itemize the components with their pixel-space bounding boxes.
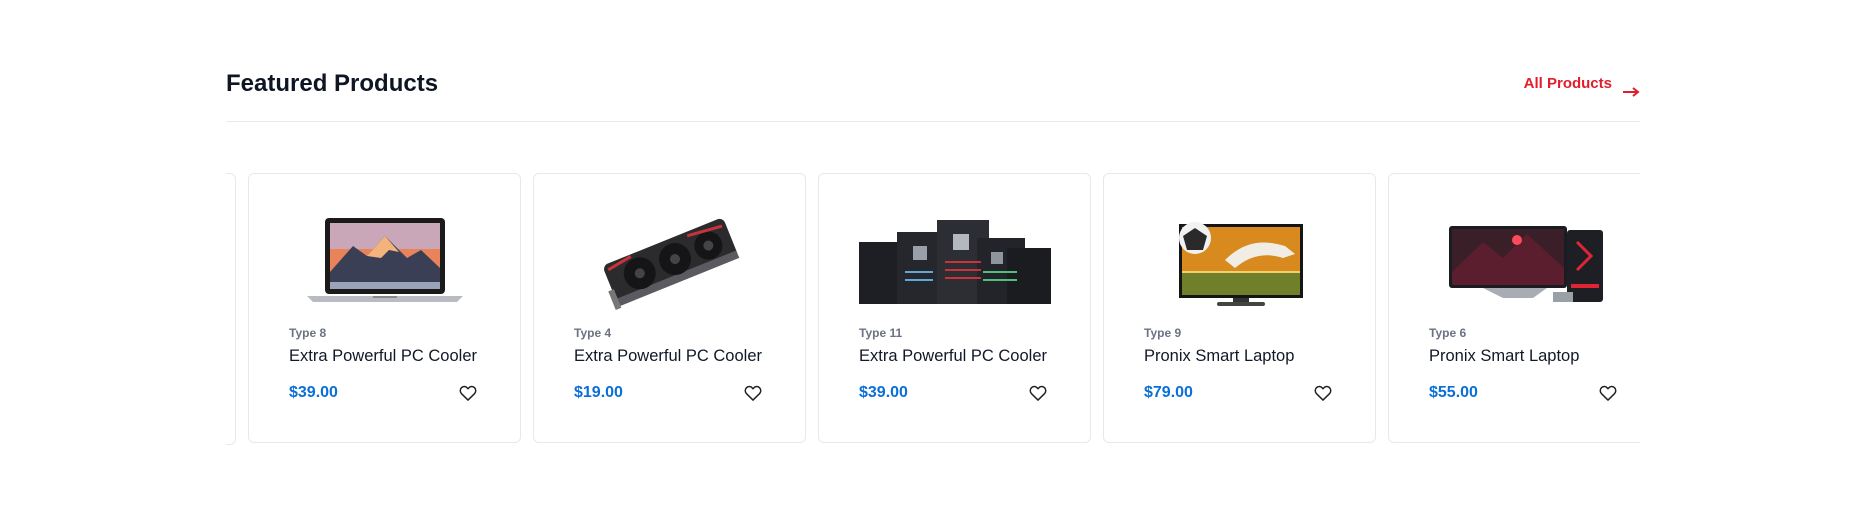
product-name[interactable]: Pronix Smart Laptop [1429,347,1579,366]
product-type: Type 9 [1144,326,1182,340]
product-type: Type 11 [859,326,903,340]
wishlist-heart-icon[interactable] [743,383,763,403]
product-name[interactable]: Extra Powerful PC Cooler [289,347,477,366]
product-card[interactable]: Type 4 Extra Powerful PC Cooler $19.00 [533,173,806,443]
product-image-gaming-pc[interactable] [1389,204,1640,316]
featured-products-section: Featured Products All Products Type 8 Ex… [226,0,1640,512]
header-divider [226,121,1640,122]
wishlist-heart-icon[interactable] [458,383,478,403]
product-type: Type 6 [1429,326,1467,340]
all-products-label: All Products [1523,75,1612,92]
section-header: Featured Products All Products [226,68,1640,100]
partial-product-card[interactable] [226,173,236,445]
product-image-television[interactable] [1104,204,1375,316]
product-card[interactable]: Type 6 Pronix Smart Laptop $55.00 [1388,173,1640,443]
wishlist-heart-icon[interactable] [1028,383,1048,403]
product-price: $55.00 [1429,384,1478,401]
product-price: $39.00 [289,384,338,401]
product-name[interactable]: Extra Powerful PC Cooler [574,347,762,366]
product-type: Type 8 [289,326,327,340]
product-price: $39.00 [859,384,908,401]
wishlist-heart-icon[interactable] [1598,383,1618,403]
product-price: $19.00 [574,384,623,401]
product-card[interactable]: Type 11 Extra Powerful PC Cooler $39.00 [818,173,1091,443]
product-type: Type 4 [574,326,612,340]
product-name[interactable]: Extra Powerful PC Cooler [859,347,1047,366]
product-image-motherboards[interactable] [819,204,1090,316]
all-products-link[interactable]: All Products [1524,68,1640,100]
section-title: Featured Products [226,70,439,97]
product-card[interactable]: Type 9 Pronix Smart Laptop $79.00 [1103,173,1376,443]
product-image-graphics-card[interactable] [534,204,805,316]
product-price: $79.00 [1144,384,1193,401]
product-name[interactable]: Pronix Smart Laptop [1144,347,1294,366]
product-carousel[interactable]: Type 8 Extra Powerful PC Cooler $39.00 T… [226,173,1640,447]
product-image-laptop[interactable] [249,204,520,316]
arrow-right-icon [1622,78,1640,97]
product-card[interactable]: Type 8 Extra Powerful PC Cooler $39.00 [248,173,521,443]
wishlist-heart-icon[interactable] [1313,383,1333,403]
